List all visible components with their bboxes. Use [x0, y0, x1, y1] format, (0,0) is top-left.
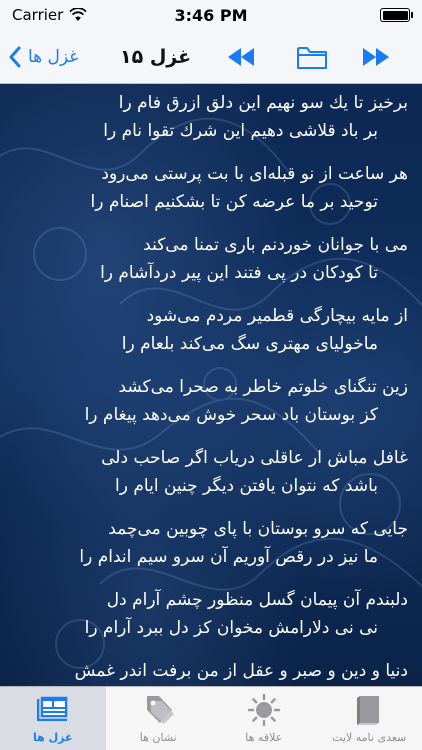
couplet: دلبندم آن پیمان گسل منظور چشم آرام دل نی … — [0, 581, 422, 652]
verse-second-line: کز بوستان باد سحر خوش می‌دهد پیغام را — [84, 405, 378, 425]
tab-ghazals-label: غزل ها — [33, 731, 73, 744]
battery-icon — [380, 8, 413, 22]
verse-second-line: توحید بر ما عرضه کن تا بشکنیم اصنام را — [90, 192, 378, 212]
previous-poem-icon[interactable] — [225, 43, 257, 71]
book-icon — [357, 696, 380, 725]
chevron-left-icon — [9, 46, 21, 68]
next-poem-icon[interactable] — [360, 43, 392, 71]
verse-first-line: برخیز تا یك سو نهیم این دلق ازرق فام را — [118, 93, 408, 113]
couplet: از مایه بیچارگی قطمیر مردم می‌شود ماخولیا… — [0, 297, 422, 368]
couplet: جایی که سرو بوستان با پای چوبین می‌چمد ما… — [0, 510, 422, 581]
couplet: هر ساعت از نو قبله‌ای با بت پرستی می‌رود… — [0, 155, 422, 226]
verse-first-line: دلبندم آن پیمان گسل منظور چشم آرام دل — [106, 590, 408, 610]
verse-first-line: جایی که سرو بوستان با پای چوبین می‌چمد — [108, 519, 408, 539]
wifi-icon — [69, 8, 87, 21]
tab-favorites[interactable]: علاقه ها — [211, 687, 317, 750]
back-button[interactable]: غزل ها — [8, 30, 78, 84]
couplet: می با جوانان خوردنم باری تمنا می‌کند تا ک… — [0, 226, 422, 297]
status-left: Carrier — [12, 6, 87, 24]
tab-bar: غزل ها نشان ها علاقه ها سعدی نامه لایت — [0, 686, 422, 750]
nav-bar: غزل ها غزل ۱۵ — [0, 30, 422, 84]
tag-icon — [147, 696, 175, 724]
poem-text: برخیز تا یك سو نهیم این دلق ازرق فام را ب… — [0, 84, 422, 686]
verse-second-line: تا کودکان در پی فتند این پیر دردآشام را — [100, 263, 378, 283]
status-bar: Carrier 3:46 PM — [0, 0, 422, 30]
couplet: دنیا و دین و صبر و عقل از من برفت اندر غ… — [0, 652, 422, 686]
ghazals-icon — [36, 695, 69, 721]
status-time: 3:46 PM — [174, 5, 248, 25]
verse-first-line: هر ساعت از نو قبله‌ای با بت پرستی می‌رود — [101, 164, 408, 184]
sun-icon — [247, 693, 280, 727]
folder-icon[interactable] — [296, 43, 328, 71]
verse-first-line: زین تنگنای خلوتم خاطر به صحرا می‌کشد — [118, 377, 408, 397]
carrier-label: Carrier — [12, 6, 64, 24]
tab-saadi-nameh[interactable]: سعدی نامه لایت — [317, 687, 422, 750]
verse-first-line: دنیا و دین و صبر و عقل از من برفت اندر غ… — [74, 661, 408, 681]
couplet: زین تنگنای خلوتم خاطر به صحرا می‌کشد کز ب… — [0, 368, 422, 439]
verse-second-line: ما نیز در رقص آوریم آن سرو سیم اندام را — [79, 547, 378, 567]
tab-ghazals[interactable]: غزل ها — [0, 687, 106, 750]
verse-first-line: از مایه بیچارگی قطمیر مردم می‌شود — [146, 306, 408, 326]
tab-saadi-nameh-label: سعدی نامه لایت — [332, 731, 407, 744]
back-button-label: غزل ها — [28, 47, 79, 67]
couplet: برخیز تا یك سو نهیم این دلق ازرق فام را ب… — [0, 84, 422, 155]
verse-second-line: نی نی دلارامش مخوان کز دل ببرد آرام را — [84, 618, 378, 638]
tab-favorites-label: علاقه ها — [245, 731, 283, 744]
page-title: غزل ۱۵ — [120, 46, 192, 68]
couplet: غافل مباش ار عاقلی دریاب اگر صاحب دلی باش… — [0, 439, 422, 510]
poem-view[interactable]: برخیز تا یك سو نهیم این دلق ازرق فام را ب… — [0, 84, 422, 686]
verse-first-line: می با جوانان خوردنم باری تمنا می‌کند — [143, 235, 408, 255]
verse-first-line: غافل مباش ار عاقلی دریاب اگر صاحب دلی — [101, 448, 408, 468]
verse-second-line: ماخولیای مهتری سگ می‌کند بلعام را — [121, 334, 378, 354]
tab-tags-label: نشان ها — [139, 731, 177, 744]
tab-tags[interactable]: نشان ها — [106, 687, 212, 750]
verse-second-line: باشد که نتوان یافتن دیگر چنین ایام را — [115, 476, 378, 496]
verse-second-line: بر باد قلاشی دهیم این شرك تقوا نام را — [103, 121, 378, 141]
